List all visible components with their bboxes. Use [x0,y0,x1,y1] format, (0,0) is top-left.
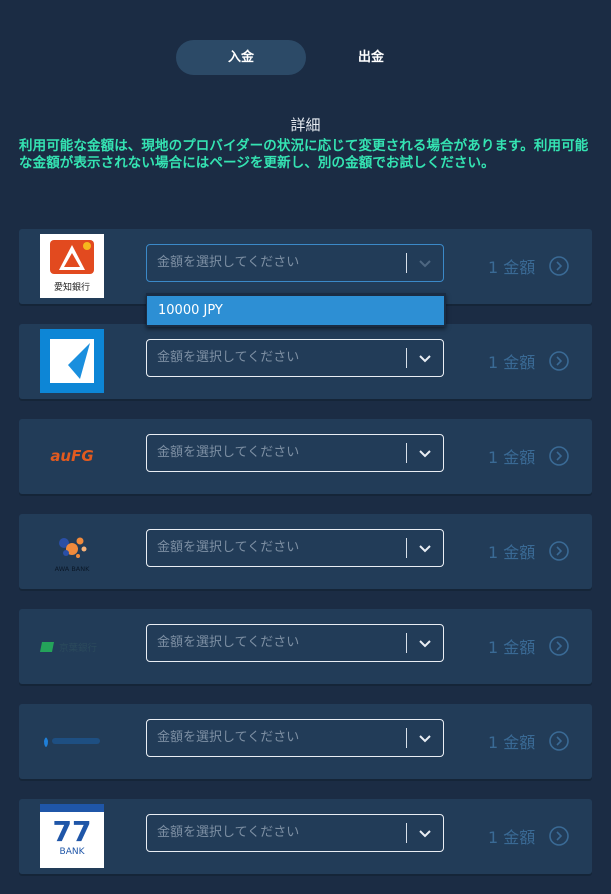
bank-row: 金額を選択してください 1 金額 [19,704,592,779]
select-divider [406,728,407,748]
availability-notice: 利用可能な金額は、現地のプロバイダーの状況に応じて変更される場合があります。利用… [19,138,589,171]
select-divider [406,348,407,368]
chevron-right-circle-icon[interactable] [549,826,569,846]
77-bank-logo: 77 BANK [40,804,104,868]
select-placeholder: 金額を選択してください [157,635,300,650]
amount-select[interactable]: 金額を選択してください [146,719,444,757]
select-placeholder: 金額を選択してください [157,255,300,270]
select-placeholder: 金額を選択してください [157,540,300,555]
chevron-down-icon [419,545,431,553]
svg-text:京葉銀行: 京葉銀行 [59,642,98,654]
amount-select[interactable]: 金額を選択してください [146,814,444,852]
bank-list: 愛知銀行 金額を選択してください 1 金額 金額を選択してください 1 金額 a… [19,229,592,894]
aufg-logo-text: auFG [50,447,94,465]
amount-label: 1 金額 [488,828,536,847]
bank-row: 京葉銀行 金額を選択してください 1 金額 [19,609,592,684]
select-divider [406,538,407,558]
svg-text:AWA BANK: AWA BANK [55,565,90,573]
chevron-down-icon [419,735,431,743]
amount-select[interactable]: 金額を選択してください [146,529,444,567]
chevron-right-circle-icon[interactable] [549,731,569,751]
chevron-down-icon [419,450,431,458]
amount-label: 1 金額 [488,733,536,752]
select-divider [406,443,407,463]
chevron-right-circle-icon[interactable] [549,636,569,656]
select-divider [406,823,407,843]
chevron-down-icon [419,830,431,838]
tab-withdraw[interactable]: 出金 [306,40,436,75]
dropdown-option[interactable]: 10000 JPY [147,296,444,325]
amount-label: 1 金額 [488,353,536,372]
bank-row: AWA BANK 金額を選択してください 1 金額 [19,514,592,589]
chevron-down-icon [419,355,431,363]
tab-deposit[interactable]: 入金 [176,40,306,75]
chevron-down-icon [419,260,431,268]
select-placeholder: 金額を選択してください [157,445,300,460]
aufg-logo: auFG [40,424,104,488]
amount-dropdown-menu: 10000 JPY [146,293,446,327]
select-placeholder: 金額を選択してください [157,825,300,840]
deposit-withdraw-tabs: 入金 出金 [0,40,611,75]
bank-row: 金額を選択してください 1 金額 [19,324,592,399]
amount-label: 1 金額 [488,258,536,277]
svg-text:77: 77 [53,815,92,848]
select-divider [406,253,407,273]
select-placeholder: 金額を選択してください [157,730,300,745]
amount-label: 1 金額 [488,543,536,562]
amount-label: 1 金額 [488,448,536,467]
aichi-bank-logo: 愛知銀行 [40,234,104,298]
svg-text:BANK: BANK [60,847,86,857]
amount-select[interactable]: 金額を選択してください [146,244,444,282]
select-placeholder: 金額を選択してください [157,350,300,365]
svg-text:愛知銀行: 愛知銀行 [54,281,90,293]
chevron-right-circle-icon[interactable] [549,541,569,561]
amount-select[interactable]: 金額を選択してください [146,434,444,472]
bank-row: auFG 金額を選択してください 1 金額 [19,419,592,494]
awa-bank-logo: AWA BANK [40,519,104,583]
amount-select[interactable]: 金額を選択してください [146,624,444,662]
select-divider [406,633,407,653]
chevron-right-circle-icon[interactable] [549,351,569,371]
chevron-right-circle-icon[interactable] [549,256,569,276]
bank-row: 77 BANK 金額を選択してください 1 金額 [19,799,592,874]
blue-drop-bank-logo [40,709,104,773]
chevron-right-circle-icon[interactable] [549,446,569,466]
amount-label: 1 金額 [488,638,536,657]
details-title: 詳細 [290,116,321,134]
chevron-down-icon [419,640,431,648]
amount-select[interactable]: 金額を選択してください [146,339,444,377]
blue-bank-logo [40,329,104,393]
green-bank-logo: 京葉銀行 [40,614,104,678]
